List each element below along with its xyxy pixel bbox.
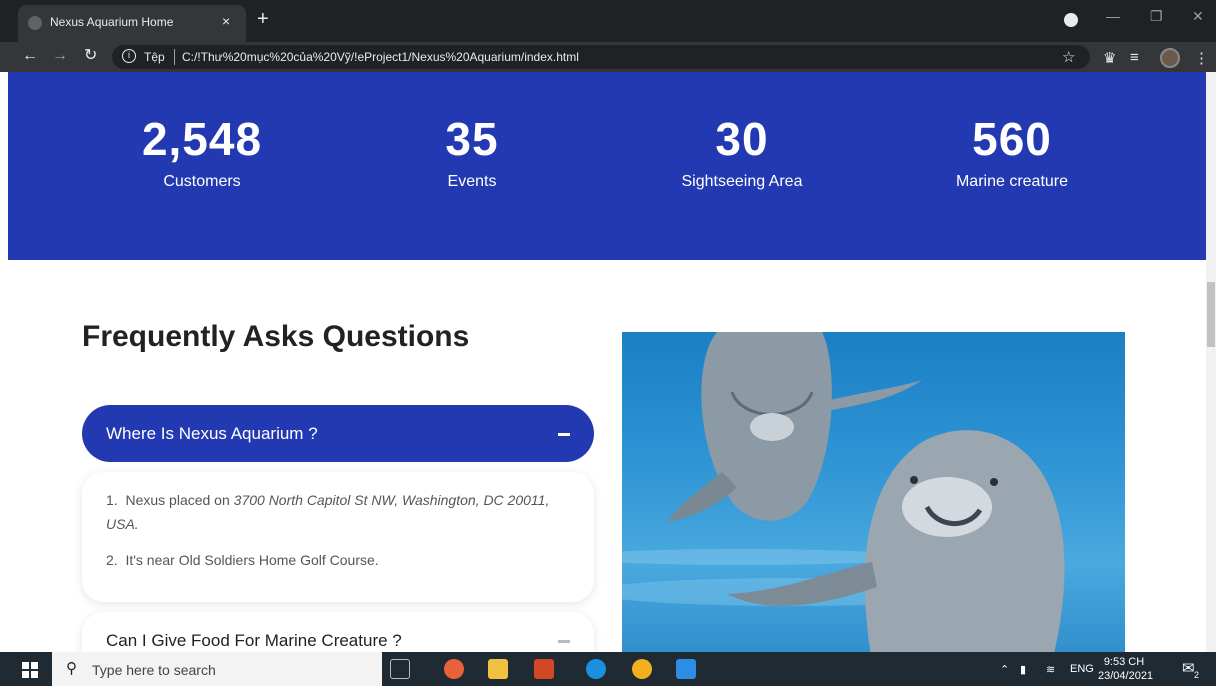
chrome-icon[interactable] [632,659,652,679]
wifi-icon[interactable]: ≋ [1046,663,1055,676]
tab-title: Nexus Aquarium Home [50,15,174,29]
faq-question-label: Can I Give Food For Marine Creature ? [106,631,402,650]
store-icon[interactable] [534,659,554,679]
toggle-icon[interactable] [558,640,570,643]
protocol-label: Tệp [144,50,165,64]
search-placeholder: Type here to search [92,662,216,678]
stat-value: 2,548 [141,113,263,165]
tab-search-icon[interactable] [1064,13,1078,27]
restore-icon[interactable]: ❐ [1150,8,1163,25]
dolphins-photo [622,332,1125,652]
list-number: 2. [106,552,118,568]
notification-count: 2 [1194,670,1200,680]
stat-value: 560 [972,113,1052,165]
close-window-icon[interactable]: ✕ [1192,8,1204,25]
stat-sightseeing-area: 30 Sightseeing Area [622,112,862,191]
faq-question-food[interactable]: Can I Give Food For Marine Creature ? [82,612,594,652]
reload-icon[interactable]: ↻ [84,48,97,64]
more-menu-icon[interactable]: ⋮ [1194,49,1209,67]
file-explorer-icon[interactable] [488,659,508,679]
extensions-icon[interactable]: ♛ [1103,49,1116,67]
profile-avatar[interactable] [1160,48,1180,68]
browser-tab-strip: Nexus Aquarium Home × + — ❐ ✕ [0,0,1216,42]
stat-value: 30 [715,113,769,165]
info-icon[interactable]: i [122,49,136,63]
browser-toolbar: ← → ↻ i Tệp C:/!Thư%20mục%20của%20Vỹ/!eP… [0,42,1216,72]
clock-date: 23/04/2021 [1098,670,1154,682]
stat-events: 35 Events [352,112,592,191]
taskbar-search-box[interactable]: ⚲ Type here to search [52,652,382,686]
notification-icon[interactable]: ✉ [1182,659,1195,677]
taskbar-clock[interactable]: 9:53 CH 23/04/2021 [1098,655,1154,683]
collapse-icon[interactable] [558,433,570,436]
stat-customers: 2,548 Customers [82,112,322,191]
browser-tab[interactable]: Nexus Aquarium Home × [18,5,246,42]
dolphins-illustration [622,332,1065,652]
stat-marine-creature: 560 Marine creature [892,112,1132,191]
globe-icon [28,16,42,30]
url-text[interactable]: C:/!Thư%20mục%20của%20Vỹ/!eProject1/Nexu… [182,50,579,64]
windows-start-icon[interactable] [22,662,38,678]
minimize-icon[interactable]: — [1106,8,1120,24]
windows-taskbar: ⚲ Type here to search ⌃ ▮ ≋ ENG 9:53 CH … [0,652,1216,686]
stat-label: Marine creature [955,173,1069,190]
list-number: 1. [106,492,118,508]
app-icon[interactable] [444,659,464,679]
language-indicator[interactable]: ENG [1070,663,1094,675]
page-viewport: 2,548 Customers 35 Events 30 Sightseeing… [8,72,1206,652]
page-scrollbar[interactable] [1206,72,1216,652]
tab-close-button[interactable]: × [222,13,230,29]
stat-label: Sightseeing Area [681,173,803,190]
search-icon: ⚲ [66,660,77,677]
faq-answer-panel: 1. Nexus placed on 3700 North Capitol St… [82,472,594,602]
vscode-icon[interactable] [676,659,696,679]
answer-text: Nexus placed on [125,492,234,508]
task-view-icon[interactable] [390,659,410,679]
reading-list-icon[interactable]: ≡ [1130,49,1139,66]
bookmark-star-icon[interactable]: ☆ [1062,48,1075,66]
faq-question-location[interactable]: Where Is Nexus Aquarium ? [82,405,594,462]
list-item: 1. Nexus placed on 3700 North Capitol St… [106,488,566,536]
answer-text: It's near Old Soldiers Home Golf Course. [125,552,379,568]
back-icon[interactable]: ← [22,48,38,64]
scrollbar-thumb[interactable] [1207,282,1215,347]
stats-section: 2,548 Customers 35 Events 30 Sightseeing… [8,72,1206,260]
battery-icon[interactable]: ▮ [1020,663,1026,676]
address-separator [174,49,175,65]
stat-label: Events [447,173,497,190]
faq-question-label: Where Is Nexus Aquarium ? [106,424,318,443]
stat-label: Customers [163,173,241,190]
tray-chevron-icon[interactable]: ⌃ [1000,663,1009,676]
address-bar[interactable]: i Tệp C:/!Thư%20mục%20của%20Vỹ/!eProject… [112,45,1090,69]
stat-value: 35 [445,113,499,165]
forward-icon[interactable]: → [52,48,68,64]
edge-icon[interactable] [586,659,606,679]
faq-title: Frequently Asks Questions [82,320,470,353]
clock-time: 9:53 CH [1103,656,1145,668]
list-item: 2. It's near Old Soldiers Home Golf Cour… [106,548,566,572]
new-tab-button[interactable]: + [257,9,269,29]
